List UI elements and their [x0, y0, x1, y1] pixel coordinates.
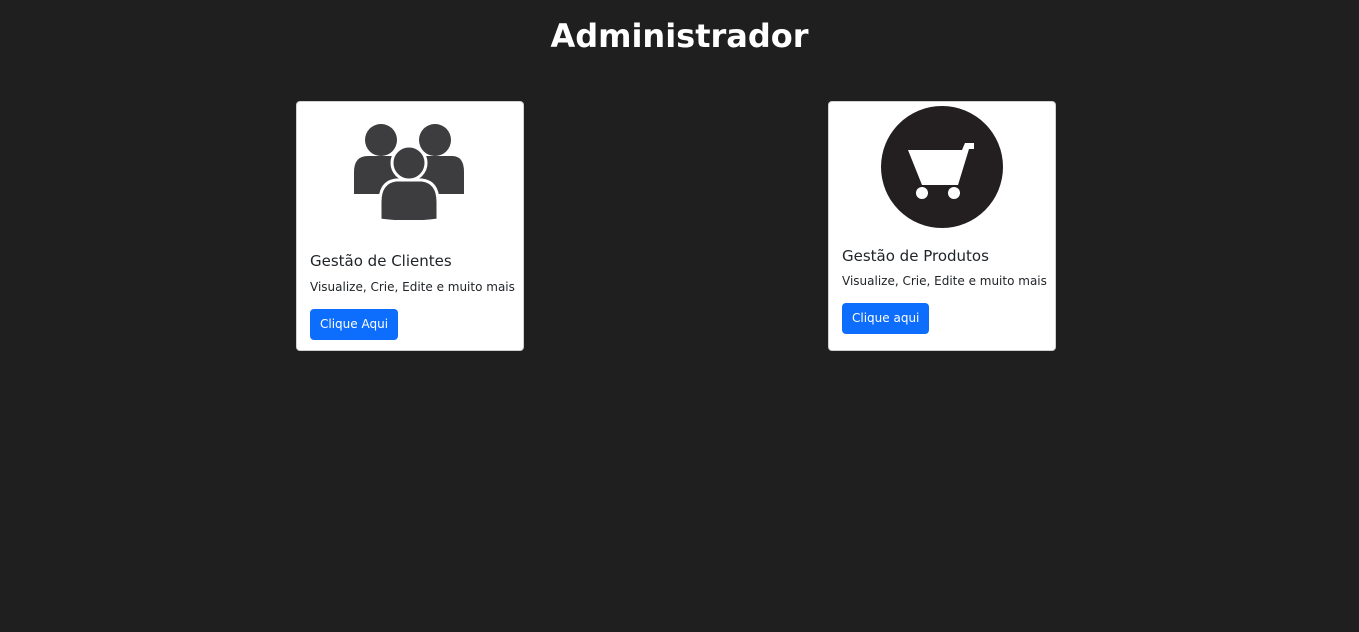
- clients-card: Gestão de Clientes Visualize, Crie, Edit…: [296, 101, 524, 351]
- products-card: Gestão de Produtos Visualize, Crie, Edit…: [828, 101, 1056, 351]
- shopping-cart-icon: [829, 105, 1055, 229]
- users-group-icon: [297, 120, 523, 220]
- page-title: Administrador: [550, 17, 809, 55]
- card-title: Gestão de Produtos: [842, 247, 989, 265]
- card-text: Visualize, Crie, Edite e muito mais: [842, 274, 1047, 288]
- clients-link-button[interactable]: Clique Aqui: [310, 309, 399, 340]
- card-title: Gestão de Clientes: [310, 252, 452, 270]
- card-text: Visualize, Crie, Edite e muito mais: [310, 280, 515, 294]
- products-link-button[interactable]: Clique aqui: [842, 303, 930, 334]
